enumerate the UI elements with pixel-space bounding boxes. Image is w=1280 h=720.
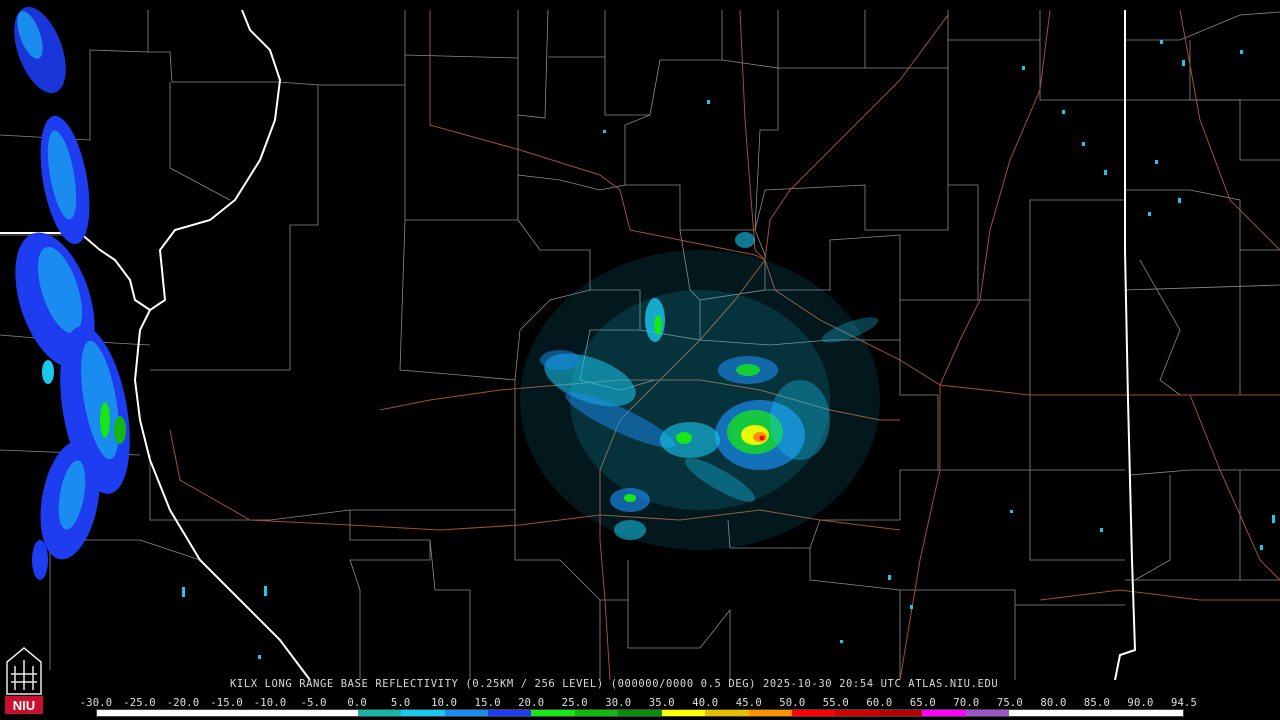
- scale-label: -30.0: [79, 697, 113, 709]
- scale-label: 25.0: [561, 697, 588, 709]
- scale-label: 85.0: [1083, 697, 1110, 709]
- scale-label: -5.0: [300, 697, 327, 709]
- logo-text: NIU: [13, 698, 35, 713]
- colorbar-segment: [835, 710, 879, 716]
- scale-label: 94.5: [1170, 697, 1198, 709]
- colorbar-segment: [878, 710, 923, 716]
- colorbar-segment: [661, 710, 706, 716]
- colorbar-segment: [531, 710, 575, 716]
- colorbar-segment: [1009, 710, 1053, 716]
- scale-label: 80.0: [1040, 697, 1067, 709]
- scale-label: 55.0: [822, 697, 849, 709]
- central-radar-cluster: [520, 232, 880, 550]
- scale-label: 50.0: [779, 697, 806, 709]
- scale-label: 35.0: [648, 697, 675, 709]
- scale-label: 45.0: [735, 697, 762, 709]
- niu-logo: NIU: [3, 646, 45, 716]
- scale-label: -10.0: [253, 697, 287, 709]
- colorbar-segment: [574, 710, 619, 716]
- colorbar-segment: [444, 710, 488, 716]
- colorbar-segment: [357, 710, 402, 716]
- colorbar-segment: [1139, 710, 1183, 716]
- scale-label: -20.0: [166, 697, 200, 709]
- colorbar-segment: [1096, 710, 1140, 716]
- product-title: KILX LONG RANGE BASE REFLECTIVITY (0.25K…: [230, 678, 999, 690]
- scale-label: 65.0: [909, 697, 936, 709]
- scale-label: 70.0: [953, 697, 980, 709]
- colorbar-segment: [401, 710, 445, 716]
- colorbar-segment: [1052, 710, 1097, 716]
- colorbar-segment: [618, 710, 662, 716]
- scale-label: 15.0: [474, 697, 501, 709]
- scale-label: 5.0: [390, 697, 411, 709]
- scale-label: 60.0: [866, 697, 893, 709]
- colorbar-segment: [270, 710, 315, 716]
- scale-label: 30.0: [605, 697, 632, 709]
- scale-label: -25.0: [123, 697, 156, 709]
- colorbar-segment: [748, 710, 792, 716]
- colorbar-segment: [487, 710, 532, 716]
- scale-label: 20.0: [518, 697, 545, 709]
- western-precip-band: [14, 7, 130, 580]
- colorbar-segment: [227, 710, 271, 716]
- scale-label: 10.0: [431, 697, 458, 709]
- scale-label: 40.0: [692, 697, 719, 709]
- reflectivity-colorbar: [96, 709, 1184, 717]
- colorbar-segment: [922, 710, 966, 716]
- scale-label: -15.0: [210, 697, 243, 709]
- radar-map: [0, 7, 1280, 681]
- colorbar-segment: [705, 710, 749, 716]
- colorbar-segment: [97, 710, 141, 716]
- colorbar-segment: [314, 710, 358, 716]
- scale-label: 90.0: [1127, 697, 1154, 709]
- scale-label: 0.0: [347, 697, 367, 709]
- colorbar-segment: [183, 710, 228, 716]
- scale-label: 75.0: [996, 697, 1023, 709]
- reflectivity-scale-labels: -30.0 -25.0 -20.0 -15.0 -10.0 -5.0 0.0 5.0 10.0 1…: [0, 697, 1280, 709]
- colorbar-segment: [140, 710, 184, 716]
- colorbar-segment: [792, 710, 836, 716]
- colorbar-segment: [965, 710, 1010, 716]
